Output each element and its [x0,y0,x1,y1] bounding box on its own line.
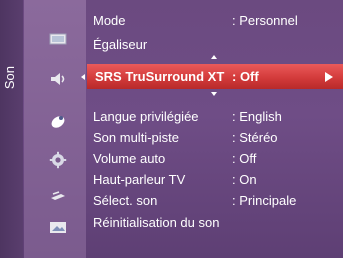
scroll-up-indicator [211,55,217,59]
menu-item-sound-reset[interactable]: Réinitialisation du son [93,212,219,234]
picture-icon[interactable] [49,30,67,48]
menu-panel: Son Mode : Personnel Égaliseur SRS TruSu… [0,0,343,258]
menu-item-preferred-language: Langue privilégiée [93,106,199,128]
icon-column [24,0,86,258]
menu-item-value: : Off [232,151,257,166]
selected-item-value: : Off [232,69,259,84]
menu-item-label: Égaliseur [93,37,148,52]
menu-item-label: Mode [93,13,126,28]
satellite-dish-icon[interactable] [49,112,67,130]
menu-item-label: Volume auto [93,151,166,166]
scroll-down-indicator [211,92,217,96]
menu-item-sound-select: Sélect. son [93,190,157,212]
menu-item-label: Langue privilégiée [93,109,199,124]
enter-arrow-icon[interactable] [325,72,333,82]
gear-icon[interactable] [49,151,67,169]
menu-item-label: Réinitialisation du son [93,215,220,230]
menu-item-value: : On [232,172,257,187]
menu-item-value: : English [232,109,282,124]
menu-item-mode[interactable]: Mode [93,10,126,32]
menu-item-value: : Principale [232,193,297,208]
menu-item-tv-speaker[interactable]: Haut-parleur TV [93,169,185,191]
selected-item-label: SRS TruSurround XT [95,69,225,84]
menu-item-multi-track-sound[interactable]: Son multi-piste [93,127,179,149]
input-icon[interactable] [49,186,67,204]
application-icon[interactable] [49,218,67,236]
menu-item-value: : Stéréo [232,130,278,145]
selection-pointer-icon [81,74,85,80]
menu-item-label: Sélect. son [93,193,158,208]
menu-item-mode-value: : Personnel [232,13,298,28]
menu-item-auto-volume[interactable]: Volume auto [93,148,165,170]
category-strip: Son [0,0,23,258]
menu-item-label: Son multi-piste [93,130,179,145]
menu-item-label: Haut-parleur TV [93,172,186,187]
category-label: Son [2,66,17,90]
menu-item-equalizer[interactable]: Égaliseur [93,34,147,56]
sound-icon[interactable] [49,70,67,88]
